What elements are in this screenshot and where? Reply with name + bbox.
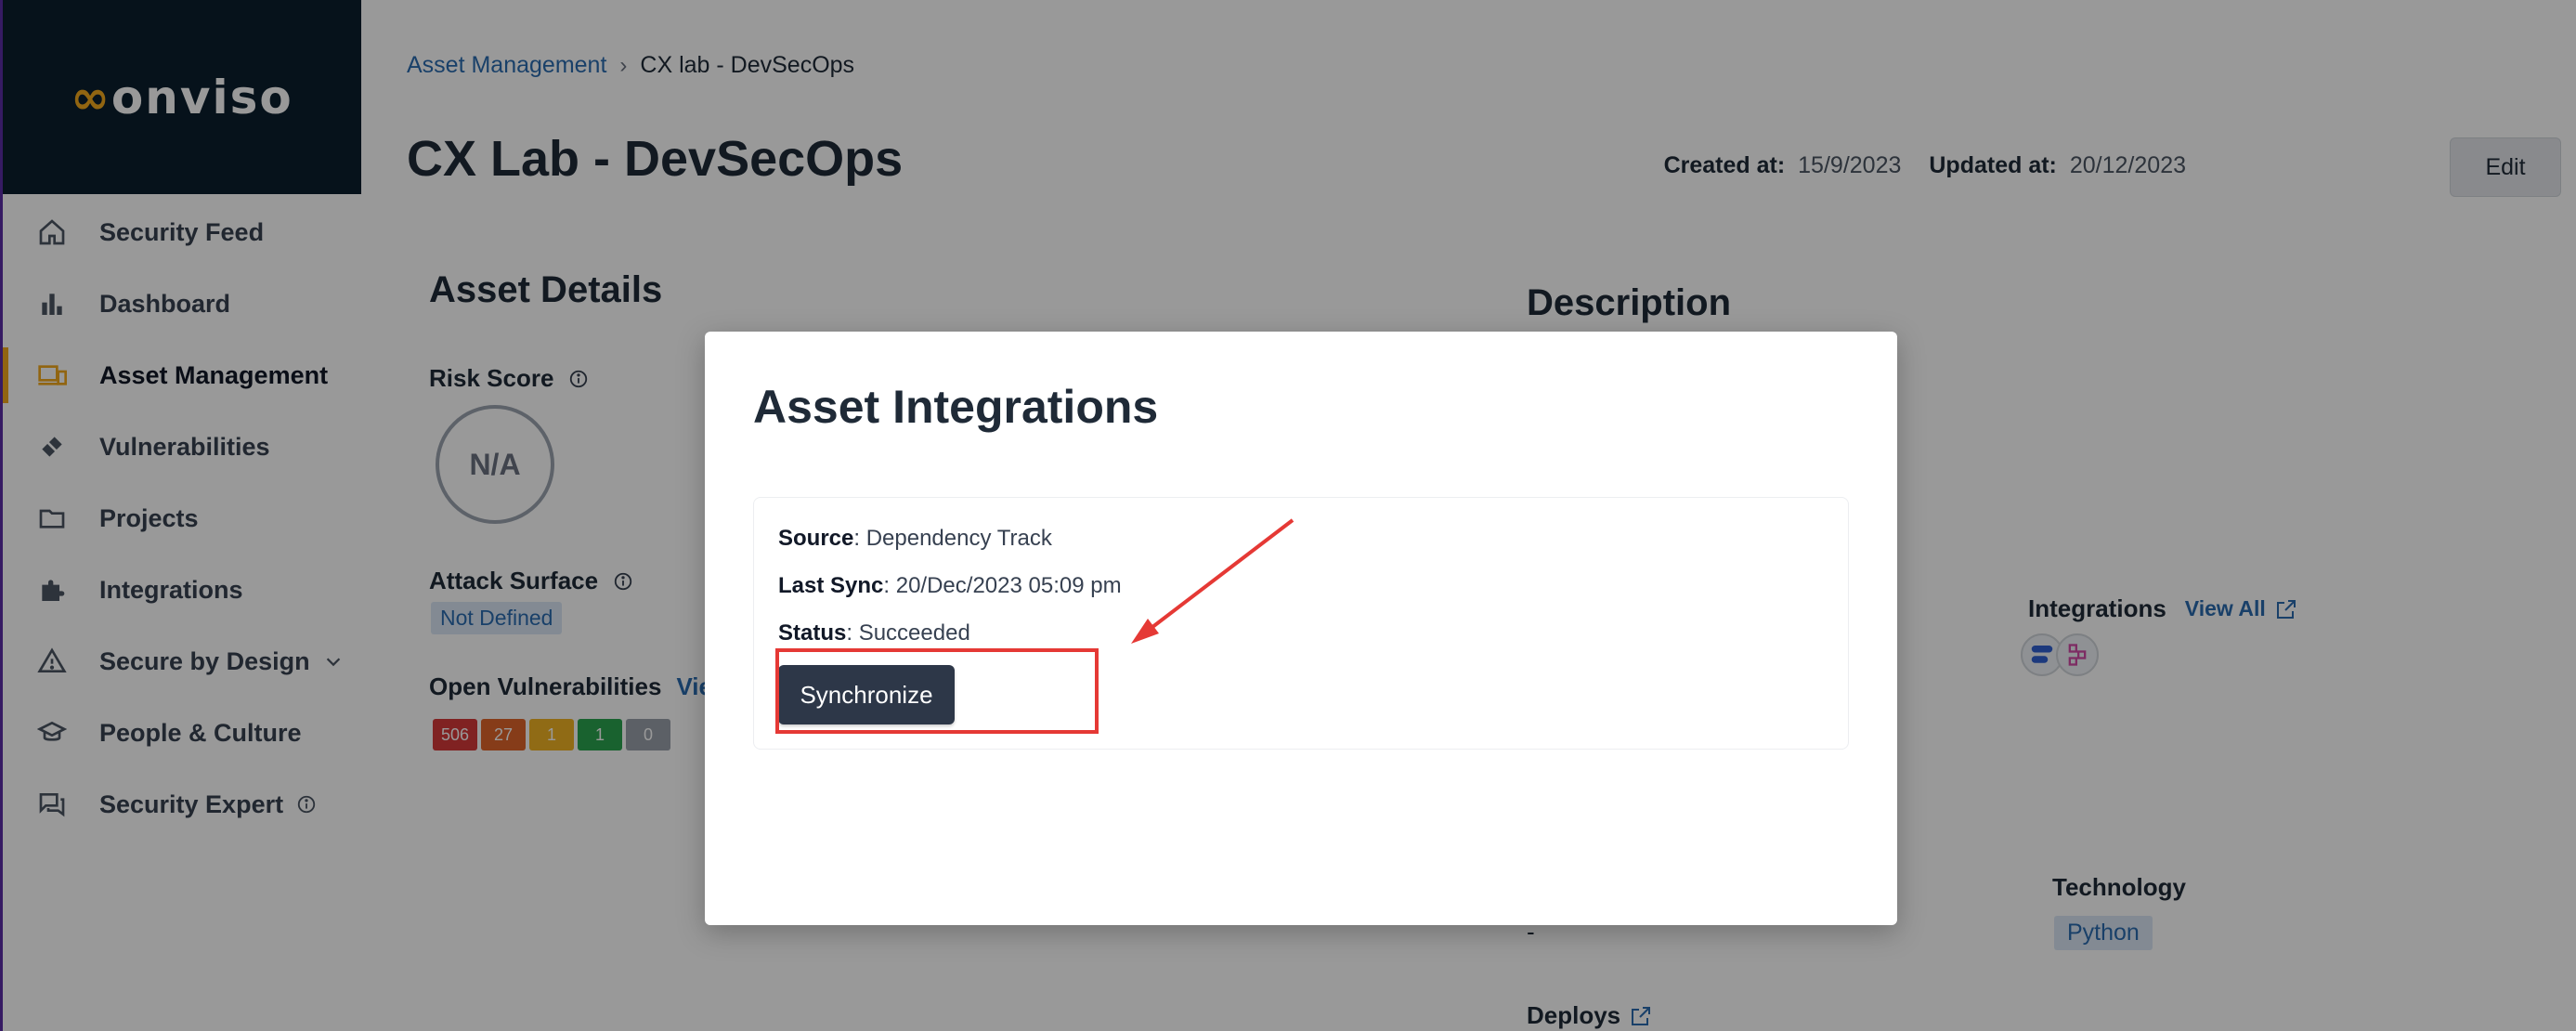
source-label: Source [778, 526, 854, 551]
asset-integrations-modal: Asset Integrations Source: Dependency Tr… [705, 332, 1897, 925]
status-value: : Succeeded [846, 620, 970, 646]
source-line: Source: Dependency Track [778, 526, 1052, 552]
modal-title: Asset Integrations [753, 381, 1159, 433]
source-value: : Dependency Track [853, 526, 1052, 551]
status-label: Status [778, 620, 847, 646]
last-sync-line: Last Sync: 20/Dec/2023 05:09 pm [778, 573, 1122, 599]
status-line: Status: Succeeded [778, 620, 970, 646]
annotation-highlight-box [775, 648, 1099, 734]
last-sync-value: : 20/Dec/2023 05:09 pm [883, 573, 1122, 598]
last-sync-label: Last Sync [778, 573, 884, 598]
